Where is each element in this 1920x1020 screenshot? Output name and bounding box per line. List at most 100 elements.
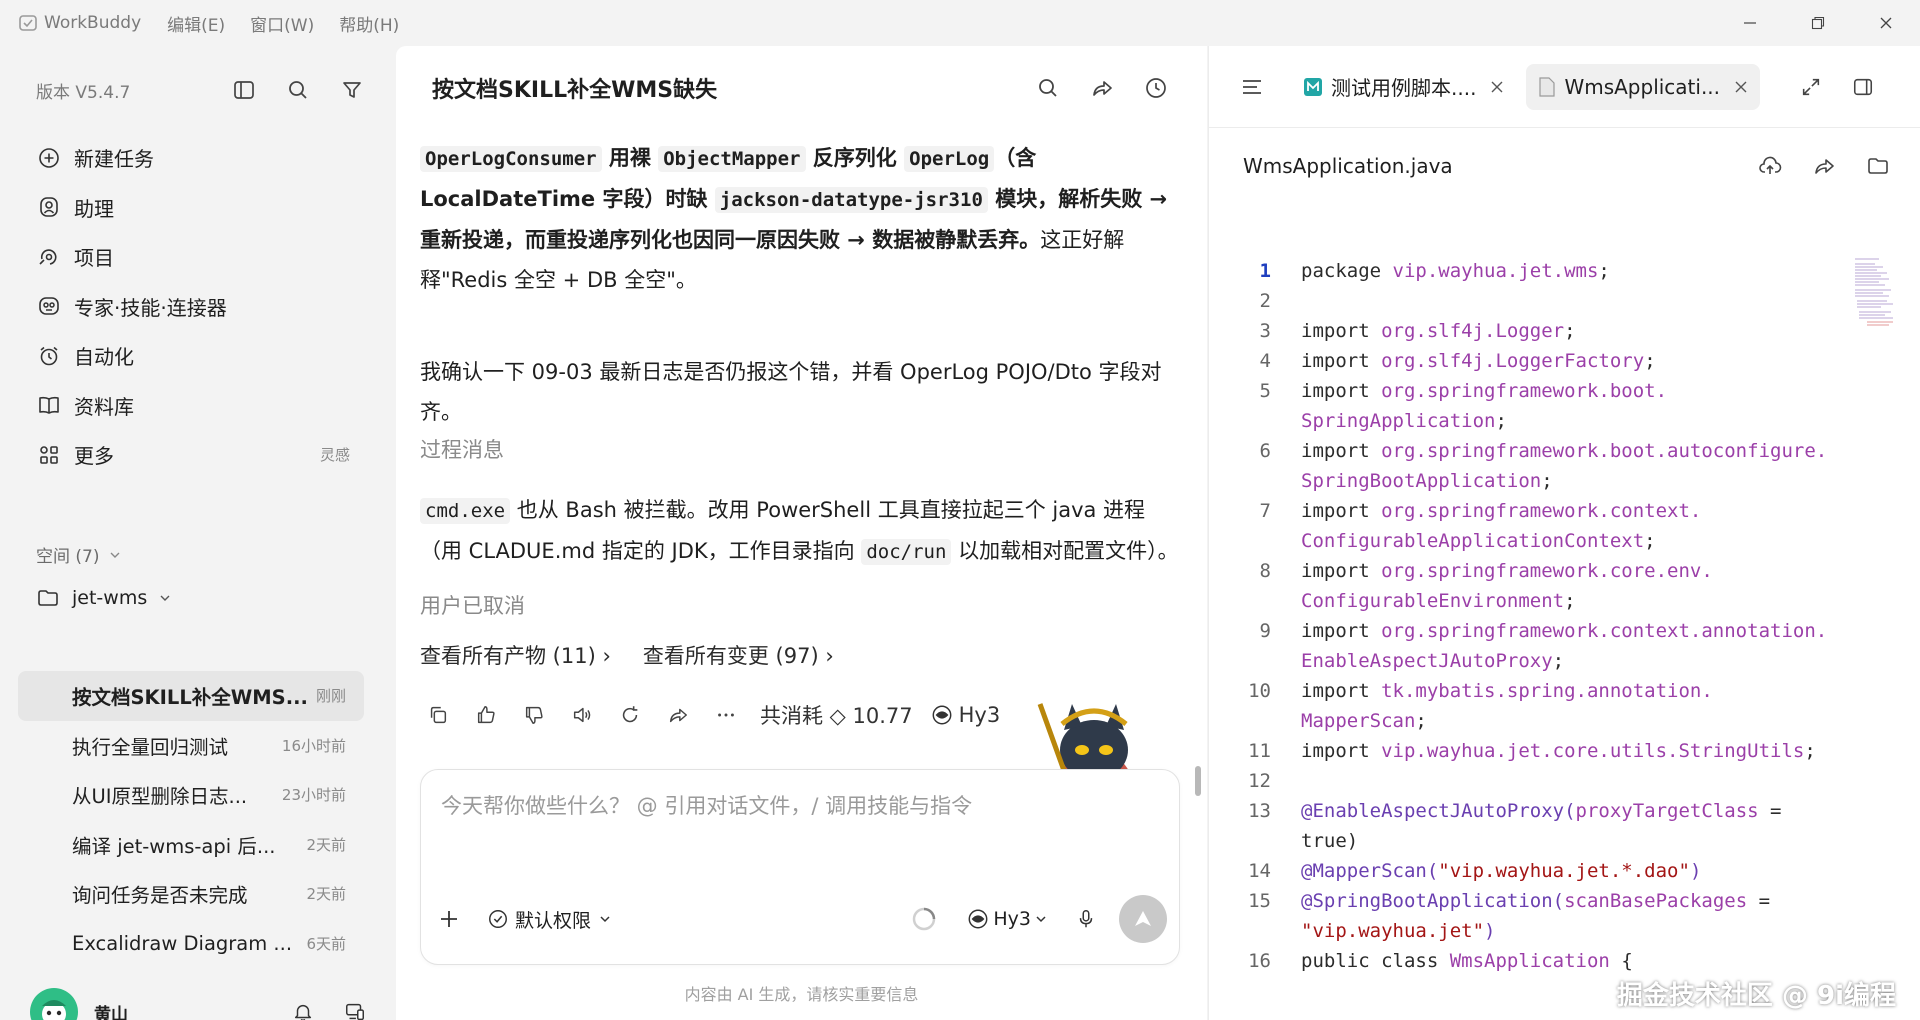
code-token: import bbox=[1301, 620, 1382, 642]
line-number: 6 bbox=[1259, 440, 1271, 462]
thumbs-up-icon[interactable] bbox=[472, 701, 500, 729]
code-line[interactable]: 5 import org.springframework.boot. Spring… bbox=[1209, 376, 1849, 436]
search-icon[interactable] bbox=[1032, 72, 1064, 104]
watermark: 掘金技术社区 @ 9i编程 bbox=[1616, 981, 1896, 1011]
code-text: import org.springframework.boot.autoconf… bbox=[1271, 436, 1849, 496]
space-header[interactable]: 空间 (7) bbox=[36, 542, 121, 567]
expert-icon bbox=[36, 293, 62, 319]
project-folder[interactable]: jet-wms bbox=[36, 586, 171, 610]
panel-toggle-icon[interactable] bbox=[1848, 72, 1878, 102]
scroll-thumb[interactable] bbox=[1195, 766, 1201, 796]
upload-cloud-icon[interactable] bbox=[1755, 151, 1785, 181]
read-aloud-icon[interactable] bbox=[568, 701, 596, 729]
assistant-icon bbox=[36, 194, 62, 220]
add-attachment-icon[interactable] bbox=[437, 907, 461, 931]
code-token: ) bbox=[1484, 920, 1496, 942]
minimize-button[interactable] bbox=[1716, 0, 1784, 46]
thumbs-down-icon[interactable] bbox=[520, 701, 548, 729]
line-number: 9 bbox=[1259, 620, 1271, 642]
code-line[interactable]: 7 import org.springframework.context. Con… bbox=[1209, 496, 1849, 556]
permission-dropdown[interactable]: 默认权限 bbox=[487, 906, 611, 933]
close-icon[interactable] bbox=[1734, 80, 1748, 94]
close-window-button[interactable] bbox=[1852, 0, 1920, 46]
code-token: import bbox=[1301, 680, 1382, 702]
space-label: 空间 (7) bbox=[36, 547, 100, 567]
nav-new-task[interactable]: 新建任务 bbox=[18, 133, 364, 183]
task-item[interactable]: 按文档SKILL补全WMS... 刚刚 bbox=[18, 671, 364, 721]
share-icon[interactable] bbox=[1086, 72, 1118, 104]
code-token: ; bbox=[1495, 410, 1507, 432]
outline-menu-icon[interactable] bbox=[1237, 72, 1267, 102]
menu-edit[interactable]: 编辑(E) bbox=[167, 11, 225, 36]
code-line[interactable]: 12 bbox=[1209, 766, 1849, 796]
task-time: 23小时前 bbox=[281, 786, 346, 805]
tab-wms-application[interactable]: WmsApplicati... bbox=[1526, 63, 1761, 110]
code-line[interactable]: 14 @MapperScan("vip.wayhua.jet.*.dao") bbox=[1209, 856, 1849, 886]
bell-icon[interactable] bbox=[288, 997, 318, 1020]
code-minimap[interactable] bbox=[1853, 256, 1901, 336]
permission-label: 默认权限 bbox=[515, 909, 592, 932]
nav-more[interactable]: 更多 灵感 bbox=[18, 430, 364, 480]
nav-automation[interactable]: 自动化 bbox=[18, 331, 364, 381]
task-item[interactable]: 编译 jet-wms-api 后... 2天前 bbox=[18, 820, 364, 870]
share-icon[interactable] bbox=[664, 701, 692, 729]
model-selector[interactable]: Hy3 bbox=[967, 908, 1047, 930]
code-line[interactable]: 11 import vip.wayhua.jet.core.utils.Strin… bbox=[1209, 736, 1849, 766]
task-time: 16小时前 bbox=[281, 736, 346, 755]
task-item[interactable]: 执行全量回归测试 16小时前 bbox=[18, 721, 364, 771]
code-line[interactable]: 4 import org.slf4j.LoggerFactory; bbox=[1209, 346, 1849, 376]
code-line[interactable]: 2 bbox=[1209, 286, 1849, 316]
toggle-sidebar-icon[interactable] bbox=[230, 76, 258, 104]
code-line[interactable]: 10 import tk.mybatis.spring.annotation. M… bbox=[1209, 676, 1849, 736]
code-line[interactable]: 8 import org.springframework.core.env. Co… bbox=[1209, 556, 1849, 616]
nav-experts[interactable]: 专家·技能·连接器 bbox=[18, 282, 364, 332]
filter-icon[interactable] bbox=[338, 76, 366, 104]
view-changes-link[interactable]: 查看所有变更 (97) › bbox=[643, 640, 834, 670]
code-line[interactable]: 9 import org.springframework.context.anno… bbox=[1209, 616, 1849, 676]
task-item[interactable]: Excalidraw Diagram ... 6天前 bbox=[18, 919, 364, 969]
regenerate-icon[interactable] bbox=[616, 701, 644, 729]
code-token: vip.wayhua.jet.wms bbox=[1392, 260, 1599, 282]
nav-assistant[interactable]: 助理 bbox=[18, 183, 364, 233]
menu-window[interactable]: 窗口(W) bbox=[250, 11, 314, 36]
search-icon[interactable] bbox=[284, 76, 312, 104]
nav-library[interactable]: 资料库 bbox=[18, 381, 364, 431]
menu-help[interactable]: 帮助(H) bbox=[339, 11, 399, 36]
code-line[interactable]: 16 public class WmsApplication { bbox=[1209, 946, 1849, 976]
view-artifacts-link[interactable]: 查看所有产物 (11) › bbox=[420, 640, 611, 670]
more-icon[interactable] bbox=[712, 701, 740, 729]
tab-test-cases[interactable]: 测试用例脚本.... bbox=[1291, 64, 1516, 110]
code-line[interactable]: 3 import org.slf4j.Logger; bbox=[1209, 316, 1849, 346]
inline-code: ObjectMapper bbox=[658, 146, 806, 172]
nav-project[interactable]: 项目 bbox=[18, 232, 364, 282]
code-token: @SpringBootApplication( bbox=[1301, 890, 1565, 912]
share-icon[interactable] bbox=[1809, 151, 1839, 181]
avatar[interactable] bbox=[30, 988, 78, 1020]
task-item[interactable]: 从UI原型删除日志... 23小时前 bbox=[18, 770, 364, 820]
task-item[interactable]: 询问任务是否未完成 2天前 bbox=[18, 869, 364, 919]
code-line[interactable]: 1 package vip.wayhua.jet.wms; bbox=[1209, 256, 1849, 286]
restore-button[interactable] bbox=[1784, 0, 1852, 46]
code-editor[interactable]: 1 package vip.wayhua.jet.wms; 2 3 import org… bbox=[1209, 256, 1849, 1012]
line-number: 15 bbox=[1248, 890, 1271, 912]
microphone-icon[interactable] bbox=[1075, 908, 1097, 930]
chat-scrollbar[interactable] bbox=[1192, 126, 1204, 806]
send-button[interactable] bbox=[1119, 895, 1167, 943]
code-token: import bbox=[1301, 440, 1382, 462]
inline-code: cmd.exe bbox=[420, 498, 511, 524]
expand-icon[interactable] bbox=[1796, 72, 1826, 102]
code-line[interactable]: 15 @SpringBootApplication(scanBasePackage… bbox=[1209, 886, 1849, 946]
chevron-down-icon bbox=[1035, 913, 1047, 925]
code-token: ; bbox=[1564, 320, 1576, 342]
code-line[interactable]: 13 @EnableAspectJAutoProxy(proxyTargetCla… bbox=[1209, 796, 1849, 856]
history-icon[interactable] bbox=[1140, 72, 1172, 104]
message-input[interactable] bbox=[441, 788, 1141, 824]
devices-icon[interactable] bbox=[340, 997, 370, 1020]
close-icon[interactable] bbox=[1490, 80, 1504, 94]
open-folder-icon[interactable] bbox=[1863, 151, 1893, 181]
process-messages-toggle[interactable]: 过程消息 bbox=[420, 430, 1180, 470]
code-line[interactable]: 6 import org.springframework.boot.autocon… bbox=[1209, 436, 1849, 496]
copy-icon[interactable] bbox=[424, 701, 452, 729]
task-title: 执行全量回归测试 bbox=[72, 735, 229, 759]
